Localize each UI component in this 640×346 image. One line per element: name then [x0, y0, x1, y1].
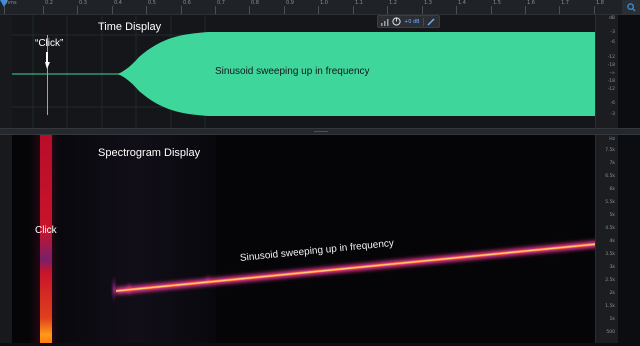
- scale-label: -12: [607, 87, 615, 92]
- scale-label: 2k: [609, 291, 615, 296]
- scale-label: 1k: [609, 317, 615, 322]
- zoom-corner-button[interactable]: [622, 0, 640, 14]
- ruler-tick: 1.8: [594, 0, 604, 14]
- sweep-annotation: Sinusoid sweeping up in frequency: [215, 66, 370, 77]
- spectrogram-canvas: [30, 135, 618, 343]
- scale-label: 4.5k: [605, 226, 615, 231]
- waveform-panel[interactable]: dB -3 -6 -12 -18 -∞ -18 -12 -6 -3 Time D…: [12, 15, 618, 128]
- scale-label: 5.5k: [605, 200, 615, 205]
- panel-splitter[interactable]: [0, 128, 640, 135]
- spectral-haze: [56, 135, 216, 343]
- ruler-tick: 1.6: [525, 0, 535, 14]
- click-column: [40, 135, 52, 343]
- scale-unit: Hz: [609, 137, 615, 142]
- scale-label: -3: [610, 30, 616, 35]
- spectrogram-panel[interactable]: Hz 7.5k 7k 6.5k 6k 5.5k 5k 4.5k 4k 3.5k …: [12, 135, 618, 343]
- audio-editor-window: hms 0.2 0.3 0.4 0.5 0.6 0.7 0.8 0.9 1.0 …: [0, 0, 640, 346]
- scale-label: 3k: [609, 265, 615, 270]
- scale-label: 6k: [609, 187, 615, 192]
- ruler-tick: 1.1: [353, 0, 363, 14]
- ruler-tick: 1.0: [318, 0, 328, 14]
- volume-knob-icon[interactable]: [392, 17, 401, 26]
- scale-label: 7k: [609, 161, 615, 166]
- ruler-tick: 1.7: [559, 0, 569, 14]
- scale-label: -12: [607, 55, 615, 60]
- splitter-grip[interactable]: [314, 131, 328, 132]
- ruler-tick: hms: [4, 0, 17, 14]
- gain-value: +0 dB: [404, 18, 420, 25]
- pin-icon[interactable]: [427, 18, 435, 26]
- scale-unit: dB: [609, 16, 615, 21]
- ruler-tick: 0.5: [146, 0, 156, 14]
- scale-label: 5k: [609, 213, 615, 218]
- scale-label: -6: [610, 101, 616, 106]
- ruler-tick: 0.8: [249, 0, 259, 14]
- scale-label: 2.5k: [605, 278, 615, 283]
- scale-label: -6: [610, 40, 616, 45]
- frequency-scale[interactable]: Hz 7.5k 7k 6.5k 6k 5.5k 5k 4.5k 4k 3.5k …: [595, 135, 618, 343]
- scale-label: 500: [606, 330, 615, 335]
- click-annotation: “Click”: [35, 38, 64, 49]
- scale-label: 4k: [609, 239, 615, 244]
- ruler-tick: 1.4: [456, 0, 466, 14]
- spectrogram-display-title: Spectrogram Display: [98, 147, 201, 159]
- ruler-tick: 1.3: [422, 0, 432, 14]
- ruler-tick: 1.5: [491, 0, 501, 14]
- ruler-tick: 1.2: [387, 0, 397, 14]
- scale-label: 1.5k: [605, 304, 615, 309]
- click-annotation: Click: [35, 225, 57, 236]
- ruler-tick: 0.4: [112, 0, 122, 14]
- level-meter-icon: [381, 18, 389, 26]
- scale-label: 6.5k: [605, 174, 615, 179]
- scale-label: -∞: [609, 71, 615, 76]
- ruler-tick: 0.7: [215, 0, 225, 14]
- scale-label: 3.5k: [605, 252, 615, 257]
- magnifier-icon: [626, 2, 636, 12]
- scale-label: 7.5k: [605, 148, 615, 153]
- scale-label: -18: [607, 63, 615, 68]
- hud-gain-control[interactable]: +0 dB: [377, 15, 440, 28]
- scale-label: -3: [610, 112, 616, 117]
- amplitude-scale[interactable]: dB -3 -6 -12 -18 -∞ -18 -12 -6 -3: [595, 15, 618, 128]
- time-display-title: Time Display: [98, 21, 162, 33]
- track-left-strip: [0, 135, 12, 343]
- ruler-tick: 0.3: [77, 0, 87, 14]
- hud-separator: [422, 17, 424, 26]
- track-left-strip: [0, 15, 12, 128]
- click-arrow-shaft: [46, 52, 48, 63]
- scale-label: -18: [607, 79, 615, 84]
- ruler-tick: 0.6: [181, 0, 191, 14]
- ruler-tick: 0.9: [284, 0, 294, 14]
- ruler-tick: 0.2: [43, 0, 53, 14]
- timeline-ruler[interactable]: hms 0.2 0.3 0.4 0.5 0.6 0.7 0.8 0.9 1.0 …: [0, 0, 640, 15]
